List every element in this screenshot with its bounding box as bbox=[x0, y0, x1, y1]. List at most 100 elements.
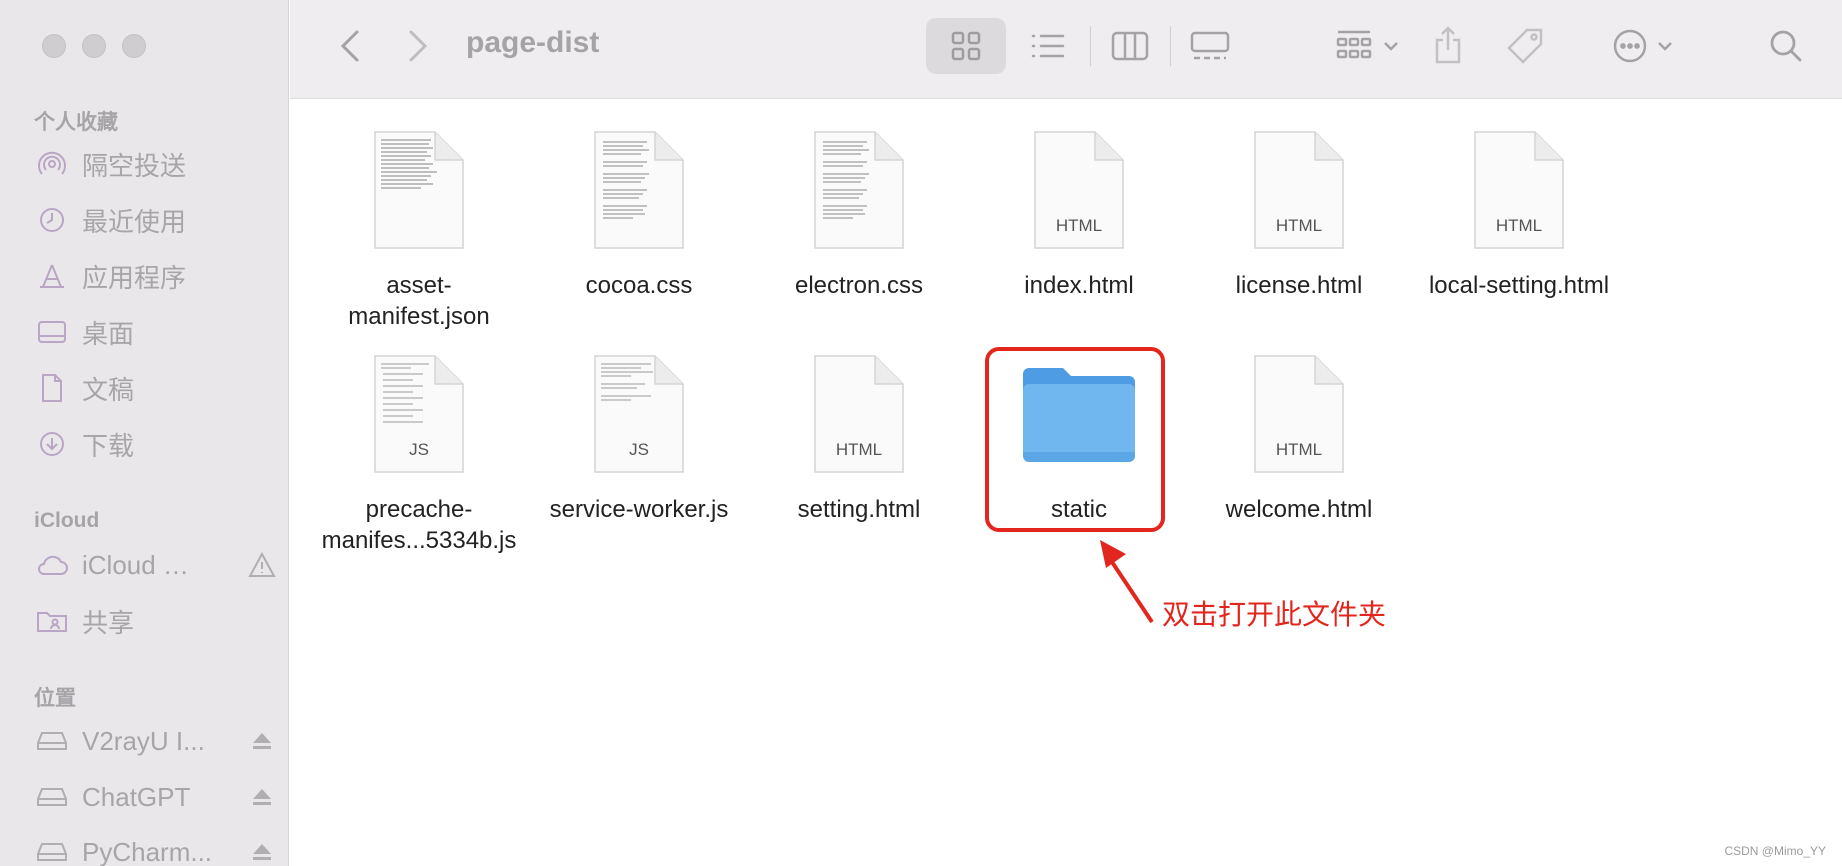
file-name: precache- manifes...5334b.js bbox=[321, 496, 517, 554]
eject-icon[interactable] bbox=[248, 727, 276, 755]
file-thumbnail bbox=[373, 130, 465, 250]
file-electron-css[interactable]: electron.css bbox=[759, 130, 959, 301]
file-index-html[interactable]: HTML index.html bbox=[979, 130, 1179, 301]
annotation-arrow-icon bbox=[1100, 540, 1154, 624]
file-type-label: JS bbox=[409, 440, 429, 459]
sidebar-item-airdrop[interactable]: 隔空投送 bbox=[36, 144, 276, 184]
drive-icon bbox=[36, 725, 68, 757]
airdrop-icon bbox=[36, 148, 68, 180]
desktop-icon bbox=[36, 316, 68, 348]
html-file-icon: HTML bbox=[1253, 354, 1345, 474]
file-setting-html[interactable]: HTML setting.html bbox=[759, 354, 959, 525]
file-type-label: HTML bbox=[1055, 216, 1103, 235]
close-window-button[interactable] bbox=[42, 34, 66, 58]
sidebar-item-chatgpt[interactable]: ChatGPT bbox=[36, 777, 276, 817]
file-name: welcome.html bbox=[1225, 496, 1373, 523]
sidebar-item-label: V2rayU I... bbox=[82, 725, 205, 756]
sidebar-item-label: ChatGPT bbox=[82, 781, 191, 812]
file-type-label: HTML bbox=[1275, 216, 1323, 235]
file-precache-manifest[interactable]: JS precache- manifes...5334b.js bbox=[319, 354, 519, 556]
sidebar-item-label: 桌面 bbox=[82, 318, 135, 349]
file-local-setting-html[interactable]: HTML local-setting.html bbox=[1419, 130, 1619, 301]
chevron-down-icon bbox=[1384, 42, 1398, 51]
html-file-icon: HTML bbox=[1253, 130, 1345, 250]
toolbar-separator bbox=[1090, 26, 1091, 66]
window-title: page-dist bbox=[466, 26, 600, 59]
sidebar-item-desktop[interactable]: 桌面 bbox=[36, 312, 276, 352]
sidebar-item-label: iCloud … bbox=[82, 549, 189, 580]
sidebar-item-label: 应用程序 bbox=[82, 262, 187, 293]
icon-view-button[interactable] bbox=[942, 26, 990, 66]
sidebar-item-shared[interactable]: 共享 bbox=[36, 601, 276, 641]
html-file-icon: HTML bbox=[1473, 130, 1565, 250]
file-name: service-worker.js bbox=[549, 496, 729, 523]
window-controls bbox=[42, 34, 146, 58]
clock-icon bbox=[36, 204, 68, 236]
file-service-worker-js[interactable]: JS service-worker.js bbox=[539, 354, 739, 525]
html-file-icon: HTML bbox=[1033, 130, 1125, 250]
sidebar-item-label: 下载 bbox=[82, 430, 135, 461]
list-view-button[interactable] bbox=[1024, 26, 1072, 66]
column-view-button[interactable] bbox=[1106, 26, 1154, 66]
sidebar: 个人收藏 隔空投送 最近使用 应用程序 桌面 文稿 下载 iCloud iClo… bbox=[0, 0, 289, 866]
sidebar-item-label: 文稿 bbox=[82, 374, 135, 405]
document-icon bbox=[36, 372, 68, 404]
file-asset-manifest[interactable]: asset- manifest.json bbox=[319, 130, 519, 332]
file-thumbnail bbox=[813, 130, 905, 250]
cloud-icon bbox=[36, 549, 68, 581]
sidebar-item-documents[interactable]: 文稿 bbox=[36, 368, 276, 408]
js-file-icon: JS bbox=[593, 354, 685, 474]
annotation-text: 双击打开此文件夹 bbox=[1162, 599, 1387, 630]
watermark: CSDN @Mimo_YY bbox=[1724, 844, 1826, 858]
locations-section-title: 位置 bbox=[34, 687, 76, 710]
warning-icon[interactable] bbox=[248, 551, 276, 579]
file-thumbnail bbox=[593, 130, 685, 250]
more-actions-button[interactable] bbox=[1608, 26, 1678, 66]
file-welcome-html[interactable]: HTML welcome.html bbox=[1199, 354, 1399, 525]
file-name: local-setting.html bbox=[1428, 272, 1610, 299]
file-name: asset- manifest.json bbox=[348, 272, 490, 330]
sidebar-item-recents[interactable]: 最近使用 bbox=[36, 200, 276, 240]
drive-icon bbox=[36, 836, 68, 866]
eject-icon[interactable] bbox=[248, 838, 276, 866]
share-icon[interactable] bbox=[1428, 22, 1468, 68]
js-file-icon: JS bbox=[373, 354, 465, 474]
sidebar-item-label: 最近使用 bbox=[82, 206, 187, 237]
shared-folder-icon bbox=[36, 605, 68, 637]
file-cocoa-css[interactable]: cocoa.css bbox=[539, 130, 739, 301]
back-button[interactable] bbox=[332, 26, 368, 66]
file-type-label: HTML bbox=[1275, 440, 1323, 459]
file-name: license.html bbox=[1235, 272, 1363, 299]
file-name: setting.html bbox=[797, 496, 921, 523]
toolbar-separator bbox=[1170, 26, 1171, 66]
file-name: index.html bbox=[1024, 272, 1134, 299]
file-name: cocoa.css bbox=[585, 272, 693, 299]
group-by-button[interactable] bbox=[1330, 26, 1404, 66]
sidebar-item-icloud-drive[interactable]: iCloud … bbox=[36, 545, 276, 585]
sidebar-item-v2rayu[interactable]: V2rayU I... bbox=[36, 721, 276, 761]
drive-icon bbox=[36, 781, 68, 813]
sidebar-item-label: PyCharm... bbox=[82, 836, 213, 866]
sidebar-item-label: 共享 bbox=[82, 607, 135, 638]
forward-button[interactable] bbox=[400, 26, 436, 66]
file-type-label: JS bbox=[629, 440, 649, 459]
tag-icon[interactable] bbox=[1502, 24, 1548, 68]
annotation-highlight-box bbox=[985, 347, 1165, 532]
applications-icon bbox=[36, 260, 68, 292]
download-icon bbox=[36, 428, 68, 460]
file-license-html[interactable]: HTML license.html bbox=[1199, 130, 1399, 301]
sidebar-item-pycharm[interactable]: PyCharm... bbox=[36, 832, 276, 866]
file-type-label: HTML bbox=[1495, 216, 1543, 235]
file-type-label: HTML bbox=[835, 440, 883, 459]
file-name: electron.css bbox=[794, 272, 924, 299]
sidebar-item-label: 隔空投送 bbox=[82, 150, 187, 181]
eject-icon[interactable] bbox=[248, 783, 276, 811]
minimize-window-button[interactable] bbox=[82, 34, 106, 58]
gallery-view-button[interactable] bbox=[1186, 26, 1234, 66]
sidebar-item-downloads[interactable]: 下载 bbox=[36, 424, 276, 464]
chevron-down-icon bbox=[1658, 42, 1672, 51]
favorites-section-title: 个人收藏 bbox=[34, 111, 118, 134]
sidebar-item-applications[interactable]: 应用程序 bbox=[36, 256, 276, 296]
zoom-window-button[interactable] bbox=[122, 34, 146, 58]
search-icon[interactable] bbox=[1766, 26, 1806, 66]
